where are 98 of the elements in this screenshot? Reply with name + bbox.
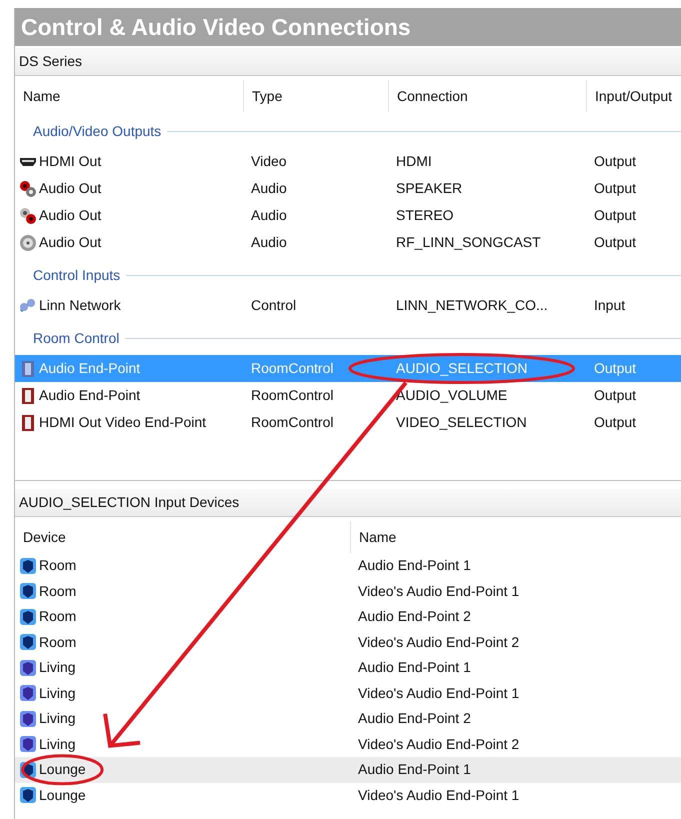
row-name: Linn Network: [39, 296, 121, 315]
row-cell-text: Output: [594, 179, 636, 198]
list-row[interactable]: Audio Out Audio RF_LINN_SONGCAST Output: [15, 229, 681, 256]
row-cell-text: Output: [594, 386, 636, 405]
column-header[interactable]: Connection: [388, 80, 586, 112]
group-label: Control Inputs: [15, 256, 681, 292]
device-name: Room: [39, 607, 76, 626]
row-name: Audio Out: [39, 179, 102, 198]
panel-title: AUDIO_SELECTION Input Devices: [15, 489, 681, 517]
row-cell-text: AUDIO_SELECTION: [396, 359, 528, 378]
list-row[interactable]: Audio Out Audio SPEAKER Output: [15, 175, 681, 202]
device-name: Living: [39, 684, 76, 703]
row-name: HDMI Out: [39, 152, 102, 171]
list-row[interactable]: Lounge Audio End-Point 1: [15, 757, 681, 782]
list-row[interactable]: Room Audio End-Point 1: [15, 553, 681, 578]
row-cell-text: Video's Audio End-Point 2: [358, 734, 520, 754]
cube-icon: [19, 684, 37, 702]
row-cell-text: Output: [594, 206, 636, 225]
row-cell-text: HDMI: [396, 152, 432, 171]
list-row[interactable]: Living Video's Audio End-Point 2: [15, 732, 681, 757]
row-cell-text: Control: [251, 296, 296, 315]
row-cell-text: Video's Audio End-Point 1: [358, 786, 520, 805]
cube-icon: [19, 658, 37, 677]
list-row[interactable]: Lounge Video's Audio End-Point 1: [15, 782, 681, 808]
panel-title: DS Series: [15, 48, 681, 76]
row-cell-text: Output: [594, 413, 636, 432]
row-cell-text: Audio End-Point 1: [358, 658, 471, 678]
row-cell-text: Video: [251, 152, 287, 171]
cube-icon: [19, 633, 37, 652]
cube-icon: [19, 582, 37, 600]
list-row[interactable]: Audio End-Point RoomControl AUDIO_VOLUME Output: [15, 382, 681, 409]
list-row[interactable]: HDMI Out Video HDMI Output: [15, 148, 681, 175]
row-name: Audio End-Point: [39, 359, 140, 378]
row-cell-text: Audio End-Point 2: [358, 709, 471, 728]
row-cell-text: Video's Audio End-Point 2: [358, 632, 520, 652]
device-name: Room: [39, 632, 76, 652]
endpoint-icon: [19, 414, 37, 432]
cube-icon: [19, 710, 37, 728]
row-cell-text: AUDIO_VOLUME: [396, 386, 508, 405]
row-cell-text: Audio End-Point 1: [358, 760, 471, 780]
column-header[interactable]: Name: [350, 521, 681, 553]
cube-icon: [19, 786, 37, 804]
column-header[interactable]: Input/Output: [586, 80, 681, 112]
row-cell-text: STEREO: [396, 206, 454, 225]
row-cell-text: RoomControl: [251, 359, 334, 378]
list-row[interactable]: Linn Network Control LINN_NETWORK_CO... Input: [15, 292, 681, 319]
cube-icon: [19, 556, 37, 575]
stereo-jack-icon: [19, 206, 37, 224]
list-row[interactable]: HDMI Out Video End-Point RoomControl VIDEO_SELECTION Output: [15, 409, 681, 436]
list-row[interactable]: Living Video's Audio End-Point 1: [15, 680, 681, 706]
device-name: Living: [39, 734, 76, 754]
device-name: Lounge: [39, 786, 86, 805]
row-cell-text: RF_LINN_SONGCAST: [396, 233, 541, 252]
cube-icon: [19, 735, 37, 754]
row-cell-text: Audio: [251, 179, 287, 198]
group-label: Room Control: [15, 319, 681, 355]
endpoint-icon: [19, 386, 37, 404]
list-row[interactable]: Living Audio End-Point 2: [15, 706, 681, 732]
speaker-icon: [19, 180, 37, 198]
row-cell-text: RoomControl: [251, 413, 334, 432]
window-title: Control & Audio Video Connections: [15, 8, 681, 46]
network-plug-icon: [19, 296, 37, 314]
endpoint-icon: [19, 360, 37, 378]
row-cell-text: RoomControl: [251, 386, 334, 405]
row-cell-text: Output: [594, 359, 636, 378]
column-header[interactable]: Name: [15, 80, 243, 112]
list-row[interactable]: Room Video's Audio End-Point 1: [15, 578, 681, 604]
row-cell-text: Audio End-Point 1: [358, 556, 471, 576]
row-cell-text: Input: [594, 296, 626, 315]
list-row[interactable]: Room Audio End-Point 2: [15, 604, 681, 630]
device-name: Living: [39, 709, 76, 728]
row-cell-text: Audio End-Point 2: [358, 607, 471, 626]
row-cell-text: Video's Audio End-Point 1: [358, 582, 520, 601]
row-cell-text: Audio: [251, 206, 287, 225]
row-cell-text: Output: [594, 233, 636, 252]
row-name: Audio Out: [39, 206, 102, 225]
cube-icon: [19, 608, 37, 626]
hdmi-port-icon: [20, 158, 36, 166]
device-name: Room: [39, 556, 76, 576]
row-cell-text: VIDEO_SELECTION: [396, 413, 527, 432]
list-row[interactable]: Audio Out Audio STEREO Output: [15, 202, 681, 229]
row-name: Audio Out: [39, 233, 102, 252]
row-cell-text: Audio: [251, 233, 287, 252]
row-cell-text: SPEAKER: [396, 179, 462, 198]
list-row[interactable]: Living Audio End-Point 1: [15, 655, 681, 680]
column-header[interactable]: Type: [243, 80, 388, 112]
device-name: Lounge: [39, 760, 86, 780]
column-header[interactable]: Device: [15, 521, 350, 553]
row-name: HDMI Out Video End-Point: [39, 413, 206, 432]
row-name: Audio End-Point: [39, 386, 140, 405]
rf-connector-icon: [19, 234, 37, 252]
device-name: Living: [39, 658, 76, 678]
row-cell-text: LINN_NETWORK_CO...: [396, 296, 548, 315]
list-row[interactable]: Room Video's Audio End-Point 2: [15, 630, 681, 655]
device-name: Room: [39, 582, 76, 601]
row-cell-text: Video's Audio End-Point 1: [358, 684, 520, 703]
group-label: Audio/Video Outputs: [15, 112, 681, 148]
row-cell-text: Output: [594, 152, 636, 171]
